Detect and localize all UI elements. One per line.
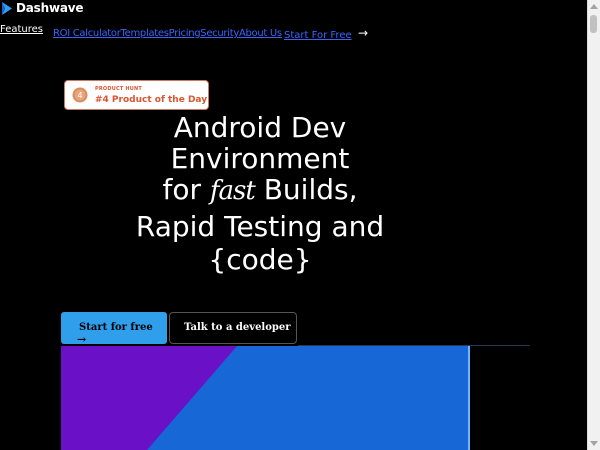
hero-heading-line-1: Android Dev (173, 111, 347, 144)
nav-link-roi-calculator[interactable]: ROI Calculator (53, 28, 121, 39)
arrow-right-icon[interactable]: → (358, 26, 368, 40)
hero-heading-line-4: Rapid Testing and (135, 210, 385, 243)
hero-heading-line-5: {code} (208, 243, 312, 276)
product-hunt-badge[interactable]: 4 PRODUCT HUNT #4 Product of the Day (64, 80, 209, 110)
nav-features-link[interactable]: Features (0, 24, 43, 35)
vertical-scrollbar[interactable] (587, 0, 600, 450)
scroll-up-icon[interactable] (590, 4, 598, 9)
nav-link-pricing[interactable]: Pricing (169, 28, 201, 39)
svg-text:4: 4 (77, 91, 82, 100)
badge-title: #4 Product of the Day (95, 95, 208, 105)
brand-logo[interactable]: Dashwave (1, 1, 83, 15)
nav-link-about-us[interactable]: About Us (239, 28, 282, 39)
hero-heading-line-3: for fast Builds, (40, 174, 480, 207)
preview-background (61, 346, 468, 450)
hero-preview-graphic (61, 346, 470, 450)
brand-name: Dashwave (16, 1, 84, 15)
talk-to-developer-label: Talk to a developer (184, 322, 291, 333)
scrollbar-thumb[interactable] (590, 15, 597, 33)
badge-label: PRODUCT HUNT (95, 86, 143, 92)
hero-line-3-after: Builds, (254, 173, 358, 206)
main-nav: ROI Calculator Templates Pricing Securit… (53, 28, 282, 39)
start-for-free-button[interactable]: Start for free → (61, 312, 167, 346)
hero-line-3-before: for (162, 173, 210, 206)
nav-start-for-free-link[interactable]: Start For Free (284, 30, 352, 41)
hero-emphasis-fast: fast (209, 176, 256, 206)
start-for-free-label: Start for free (79, 322, 153, 333)
dashwave-logo-icon (2, 1, 12, 15)
nav-link-security[interactable]: Security (200, 28, 239, 39)
arrow-right-icon: → (77, 333, 87, 346)
nav-link-templates[interactable]: Templates (121, 28, 169, 39)
talk-to-developer-button[interactable]: Talk to a developer (169, 312, 297, 344)
medal-icon: 4 (72, 87, 88, 103)
scroll-down-icon[interactable] (590, 441, 598, 446)
hero-heading-line-2: Environment (170, 142, 350, 175)
